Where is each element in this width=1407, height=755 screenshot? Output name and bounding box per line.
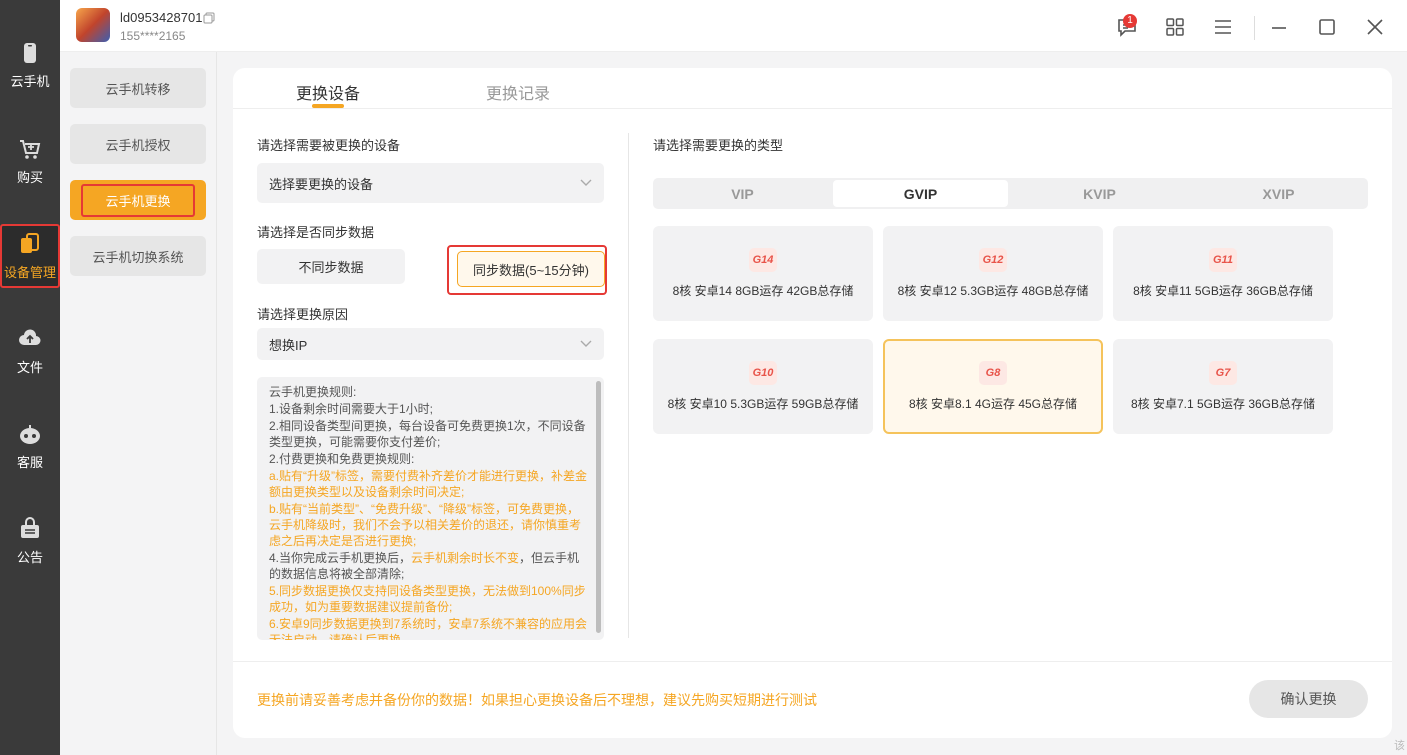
rule-item: 2.相同设备类型间更换，每台设备可免费更换1次，不同设备类型更换，可能需要你支付…: [269, 419, 586, 449]
tab-divider: [233, 108, 1392, 109]
type-tab-kvip[interactable]: KVIP: [1012, 180, 1187, 207]
rule-item: 6.安卓9同步数据更换到7系统时，安卓7系统不兼容的应用会无法启动，请确认后更换: [269, 617, 588, 640]
type-segmented-control: VIP GVIP KVIP XVIP: [653, 178, 1368, 209]
sidebar-item-notice[interactable]: 公告: [0, 506, 60, 576]
submenu-item-transfer[interactable]: 云手机转移: [70, 68, 206, 108]
robot-support-icon: [20, 425, 40, 444]
sidebar-item-files[interactable]: 文件: [0, 316, 60, 386]
menu-icon[interactable]: [1212, 16, 1234, 38]
rules-title: 云手机更换规则:: [269, 385, 357, 399]
sidebar-item-support[interactable]: 客服: [0, 411, 60, 481]
reason-select[interactable]: 想换IP: [257, 328, 604, 360]
main-card: 更换设备 更换记录 请选择需要被更换的设备 选择要更换的设备 请选择是否同步数据…: [233, 68, 1392, 738]
rule-item: 4.当你完成云手机更换后，云手机剩余时长不变，但云手机的数据信息将被全部清除;: [269, 551, 580, 581]
phone-icon: [24, 43, 36, 63]
sync-label: 请选择是否同步数据: [257, 225, 375, 240]
copy-icon[interactable]: [203, 12, 215, 24]
sidebar-item-cloud-phone[interactable]: 云手机: [0, 30, 60, 100]
confirm-replace-button[interactable]: 确认更换: [1249, 680, 1368, 718]
minimize-icon[interactable]: [1268, 16, 1290, 38]
tab-replace-record[interactable]: 更换记录: [486, 80, 550, 104]
backup-warning: 更换前请妥善考虑并备份你的数据！如果担心更换设备后不理想，建议先购买短期进行测试: [257, 692, 817, 708]
notice-icon: [21, 517, 39, 538]
footer-divider: [233, 661, 1392, 662]
notification-badge: 1: [1123, 14, 1137, 28]
chevron-down-icon: [580, 179, 592, 186]
device-option-g7[interactable]: G7 8核 安卓7.1 5GB运存 36GB总存储: [1113, 339, 1333, 434]
device-option-g11[interactable]: G11 8核 安卓11 5GB运存 36GB总存储: [1113, 226, 1333, 321]
reason-label: 请选择更换原因: [257, 307, 349, 322]
device-option-g8[interactable]: G8 8核 安卓8.1 4G运存 45G总存储: [883, 339, 1103, 434]
cart-icon: [20, 140, 41, 159]
g14-icon: G14: [749, 248, 777, 272]
column-divider: [628, 133, 629, 638]
submenu-item-authorize[interactable]: 云手机授权: [70, 124, 206, 164]
rule-item: a.贴有“升级”标签，需要付费补齐差价才能进行更换，补差金额由更换类型以及设备剩…: [269, 469, 588, 499]
rule-item: b.贴有“当前类型”、“免费升级”、“降级”标签，可免费更换，云手机降级时，我们…: [269, 502, 582, 548]
g8-icon: G8: [979, 361, 1007, 385]
chevron-down-icon: [580, 340, 592, 347]
corner-text: 该: [1394, 740, 1405, 752]
rule-item: 2.付费更换和免费更换规则:: [269, 452, 415, 466]
type-label: 请选择需要更换的类型: [653, 138, 784, 153]
sidebar-item-buy[interactable]: 购买: [0, 126, 60, 196]
device-label: 请选择需要被更换的设备: [257, 138, 401, 153]
rule-item: 1.设备剩余时间需要大于1小时;: [269, 402, 434, 416]
g12-icon: G12: [979, 248, 1007, 272]
user-phone: 155****2165: [120, 29, 186, 43]
close-icon[interactable]: [1364, 16, 1386, 38]
rule-item: 5.同步数据更换仅支持同设备类型更换，无法做到100%同步成功，如为重要数据建议…: [269, 584, 586, 614]
avatar[interactable]: [76, 8, 110, 42]
rules-box: 云手机更换规则: 1.设备剩余时间需要大于1小时; 2.相同设备类型间更换，每台…: [257, 377, 604, 640]
g7-icon: G7: [1209, 361, 1237, 385]
sync-highlight: 同步数据(5~15分钟): [447, 245, 607, 295]
maximize-icon[interactable]: [1316, 16, 1338, 38]
device-select[interactable]: 选择要更换的设备: [257, 163, 604, 203]
cloud-upload-icon: [19, 329, 41, 345]
no-sync-button[interactable]: 不同步数据: [257, 249, 405, 284]
main-sidebar: 云手机 购买 设备管理 文件 客服 公告: [0, 0, 60, 755]
device-manage-icon: [21, 233, 39, 253]
submenu-item-replace[interactable]: 云手机更换: [70, 180, 206, 220]
submenu-item-switch-system[interactable]: 云手机切换系统: [70, 236, 206, 276]
grid-icon[interactable]: [1164, 16, 1186, 38]
g10-icon: G10: [749, 361, 777, 385]
type-tab-vip[interactable]: VIP: [655, 180, 830, 207]
user-id: ld0953428701: [120, 10, 203, 25]
device-option-g12[interactable]: G12 8核 安卓12 5.3GB运存 48GB总存储: [883, 226, 1103, 321]
type-tab-xvip[interactable]: XVIP: [1191, 180, 1366, 207]
topbar-divider: [1254, 16, 1255, 40]
g11-icon: G11: [1209, 248, 1237, 272]
rules-scrollbar[interactable]: [596, 381, 601, 633]
device-option-g14[interactable]: G14 8核 安卓14 8GB运存 42GB总存储: [653, 226, 873, 321]
sidebar-item-device-manage[interactable]: 设备管理: [0, 224, 60, 288]
type-tab-gvip[interactable]: GVIP: [833, 180, 1008, 207]
top-bar: ld0953428701 155****2165 1: [60, 0, 1407, 52]
submenu: 云手机转移 云手机授权 云手机更换 云手机切换系统: [60, 52, 217, 755]
device-option-g10[interactable]: G10 8核 安卓10 5.3GB运存 59GB总存储: [653, 339, 873, 434]
tab-replace-device[interactable]: 更换设备: [296, 80, 360, 104]
sync-button[interactable]: 同步数据(5~15分钟): [457, 251, 605, 287]
